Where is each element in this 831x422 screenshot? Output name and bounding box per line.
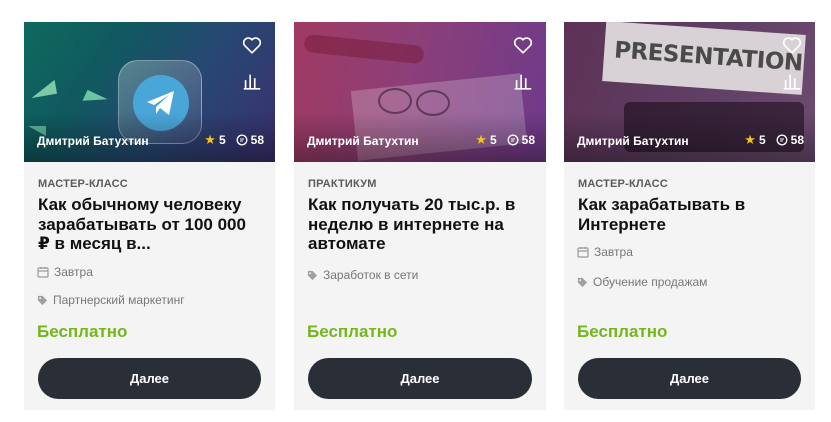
details-button[interactable]: Далее — [308, 358, 532, 399]
heart-icon[interactable] — [241, 34, 263, 56]
card-title[interactable]: Как зарабатывать в Интернете — [578, 195, 801, 234]
rating-value: 5 — [218, 133, 226, 147]
course-card[interactable]: Дмитрий Батухтин ★ 5 58 МАСТЕР-КЛАСС Как… — [24, 22, 275, 410]
details-button[interactable]: Далее — [578, 358, 801, 399]
card-cover-image[interactable]: Дмитрий Батухтин ★ 5 58 — [294, 22, 546, 162]
date-label: Завтра — [594, 245, 633, 259]
event-type: МАСТЕР-КЛАСС — [38, 178, 128, 190]
calendar-icon — [577, 247, 589, 258]
heart-icon[interactable] — [781, 34, 803, 56]
card-cover-image[interactable]: PRESENTATION Дмитрий Батухтин ★ 5 58 — [564, 22, 815, 162]
price-label: Бесплатно — [577, 322, 668, 341]
star-icon: ★ — [204, 132, 216, 147]
category-label: Заработок в сети — [323, 268, 419, 282]
heart-icon[interactable] — [512, 34, 534, 56]
comment-icon — [507, 134, 519, 146]
card-title[interactable]: Как обычному человеку зарабатывать от 10… — [38, 195, 261, 254]
price-label: Бесплатно — [37, 322, 128, 341]
comments-count: 58 — [521, 133, 535, 147]
star-icon: ★ — [744, 132, 756, 147]
card-meta: ★ 5 58 — [204, 132, 264, 148]
card-meta: ★ 5 58 — [475, 132, 535, 148]
course-card[interactable]: Дмитрий Батухтин ★ 5 58 ПРАКТИКУМ Как по… — [294, 22, 546, 410]
price-label: Бесплатно — [307, 322, 398, 341]
comment-icon — [776, 134, 788, 146]
author-name[interactable]: Дмитрий Батухтин — [307, 134, 419, 148]
category-tag[interactable]: Обучение продажам — [577, 275, 707, 289]
rating-value: 5 — [489, 133, 497, 147]
rating-value: 5 — [758, 133, 766, 147]
card-meta: ★ 5 58 — [744, 132, 804, 148]
category-label: Обучение продажам — [593, 275, 708, 289]
bar-chart-icon[interactable] — [512, 70, 534, 92]
author-name[interactable]: Дмитрий Батухтин — [577, 134, 689, 148]
comments-count: 58 — [790, 133, 804, 147]
bar-chart-icon[interactable] — [781, 70, 803, 92]
date-label: Завтра — [54, 265, 93, 279]
category-tag[interactable]: Партнерский маркетинг — [37, 293, 185, 307]
star-icon: ★ — [475, 132, 487, 147]
event-type: ПРАКТИКУМ — [308, 178, 377, 190]
tag-icon — [577, 277, 588, 287]
pencil-case-decoration — [303, 33, 425, 65]
comments-count: 58 — [250, 133, 264, 147]
comment-icon — [236, 134, 248, 146]
tag-icon — [307, 270, 318, 280]
course-card[interactable]: PRESENTATION Дмитрий Батухтин ★ 5 58 МАС… — [564, 22, 815, 410]
event-date: Завтра — [37, 265, 93, 279]
category-label: Партнерский маркетинг — [53, 293, 185, 307]
category-tag[interactable]: Заработок в сети — [307, 268, 418, 282]
event-type: МАСТЕР-КЛАСС — [578, 178, 668, 190]
card-title[interactable]: Как получать 20 тыс.р. в неделю в интерн… — [308, 195, 532, 254]
card-cover-image[interactable]: Дмитрий Батухтин ★ 5 58 — [24, 22, 275, 162]
tag-icon — [37, 295, 48, 305]
bar-chart-icon[interactable] — [241, 70, 263, 92]
paper-plane-decoration — [82, 89, 108, 111]
calendar-icon — [37, 267, 49, 278]
paper-plane-decoration — [28, 79, 58, 99]
details-button[interactable]: Далее — [38, 358, 261, 399]
event-date: Завтра — [577, 245, 633, 259]
author-name[interactable]: Дмитрий Батухтин — [37, 134, 149, 148]
